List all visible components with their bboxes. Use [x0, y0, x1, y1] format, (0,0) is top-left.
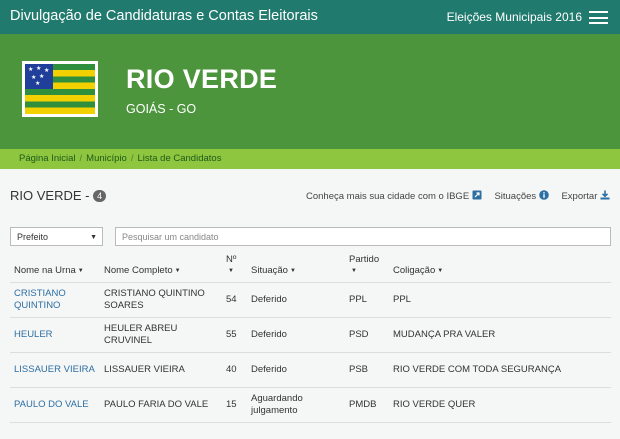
party-cell: PMDB [345, 387, 389, 423]
col-header-numero[interactable]: Nº ▼ [222, 249, 247, 283]
download-icon [600, 190, 610, 200]
breadcrumb-municipio[interactable]: Município [86, 153, 127, 164]
situations-link[interactable]: Situações [494, 190, 549, 202]
coalition-cell: PPL [389, 282, 611, 318]
table-row: HEULER HEULER ABREU CRUVINEL 55 Deferido… [10, 317, 611, 353]
candidate-link[interactable]: HEULER [14, 329, 53, 340]
full-name-cell: CRISTIANO QUINTINO SOARES [100, 282, 222, 318]
status-cell: Aguardando julgamento [247, 387, 345, 423]
table-row: LISSAUER VIEIRA LISSAUER VIEIRA 40 Defer… [10, 352, 611, 388]
coalition-cell: MUDANÇA PRA VALER [389, 317, 611, 353]
toolbar-actions: Conheça mais sua cidade com o IBGE Situa… [296, 190, 610, 202]
sort-caret-icon: ▼ [174, 267, 181, 274]
col-header-partido[interactable]: Partido ▼ [345, 249, 389, 283]
office-select-value: Prefeito [17, 232, 49, 242]
col-header-coligacao[interactable]: Coligação ▼ [389, 249, 611, 283]
breadcrumb-current: Lista de Candidatos [137, 153, 222, 164]
city-banner: ★ ★ ★ ★ ★ ★ RIO VERDE GOIÁS - GO [0, 34, 620, 149]
city-title: RIO VERDE [126, 64, 278, 94]
top-navbar: Divulgação de Candidaturas e Contas Elei… [0, 0, 620, 34]
col-header-nome-urna[interactable]: Nome na Urna ▼ [10, 249, 100, 283]
number-cell: 40 [222, 352, 247, 388]
app-title[interactable]: Divulgação de Candidaturas e Contas Elei… [10, 8, 318, 24]
coalition-cell: RIO VERDE COM TODA SEGURANÇA [389, 352, 611, 388]
full-name-cell: LISSAUER VIEIRA [100, 352, 222, 388]
coalition-cell: RIO VERDE QUER [389, 387, 611, 423]
caret-down-icon: ▼ [90, 234, 97, 241]
status-cell: Deferido [247, 282, 345, 318]
office-select[interactable]: Prefeito ▼ [10, 227, 103, 246]
goias-flag-icon: ★ ★ ★ ★ ★ ★ [22, 61, 98, 117]
number-cell: 15 [222, 387, 247, 423]
ibge-link[interactable]: Conheça mais sua cidade com o IBGE [306, 190, 482, 202]
full-name-cell: HEULER ABREU CRUVINEL [100, 317, 222, 353]
col-header-nome-completo[interactable]: Nome Completo ▼ [100, 249, 222, 283]
export-link[interactable]: Exportar [561, 190, 610, 202]
table-row: PAULO DO VALE PAULO FARIA DO VALE 15 Agu… [10, 387, 611, 423]
party-cell: PSD [345, 317, 389, 353]
party-cell: PSB [345, 352, 389, 388]
col-header-situacao[interactable]: Situação ▼ [247, 249, 345, 283]
table-header-row: Nome na Urna ▼ Nome Completo ▼ Nº ▼ Situaçã… [10, 249, 611, 283]
section-city: RIO VERDE - [10, 188, 90, 203]
hamburger-menu-icon[interactable] [589, 11, 608, 24]
table-row: CRISTIANO QUINTINO CRISTIANO QUINTINO SO… [10, 282, 611, 318]
sort-caret-icon: ▼ [289, 267, 296, 274]
state-subtitle: GOIÁS - GO [126, 102, 197, 116]
sort-caret-icon: ▼ [228, 267, 234, 274]
sort-caret-icon: ▼ [77, 267, 84, 274]
status-cell: Deferido [247, 317, 345, 353]
breadcrumb-home[interactable]: Página Inicial [19, 153, 76, 164]
breadcrumb: Página Inicial / Município / Lista de Candid… [0, 149, 620, 169]
full-name-cell: PAULO FARIA DO VALE [100, 387, 222, 423]
candidate-link[interactable]: CRISTIANO QUINTINO [14, 288, 66, 311]
election-label: Eleições Municipais 2016 [446, 10, 582, 24]
candidate-link[interactable]: PAULO DO VALE [14, 399, 89, 410]
sort-caret-icon: ▼ [437, 267, 444, 274]
party-cell: PPL [345, 282, 389, 318]
candidate-count-badge: 4 [93, 190, 107, 202]
info-circle-icon [539, 190, 549, 200]
candidate-search-input[interactable] [115, 227, 611, 246]
candidate-link[interactable]: LISSAUER VIEIRA [14, 364, 95, 375]
external-link-icon [472, 190, 482, 200]
status-cell: Deferido [247, 352, 345, 388]
number-cell: 55 [222, 317, 247, 353]
number-cell: 54 [222, 282, 247, 318]
section-title: RIO VERDE - 4 [10, 188, 107, 203]
sort-caret-icon: ▼ [351, 267, 357, 274]
candidates-table: Nome na Urna ▼ Nome Completo ▼ Nº ▼ Situaçã… [10, 249, 611, 423]
